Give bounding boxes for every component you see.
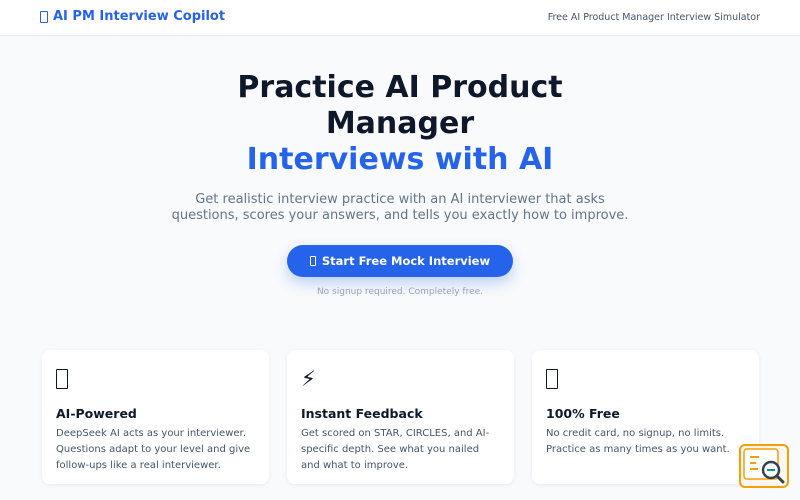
start-interview-label: Start Free Mock Interview (321, 254, 491, 268)
feature-title: AI-Powered (56, 406, 137, 421)
feature-description: DeepSeek AI acts as your interviewer. Qu… (56, 428, 251, 471)
cta-note: No signup required. Completely free. (316, 287, 484, 297)
hero-title-line-1: Practice AI Product (237, 70, 563, 105)
hero-title-accent: Interviews with AI (246, 142, 554, 177)
feature-card-ai-powered: AI-Powered DeepSeek AI acts as your inte… (42, 350, 269, 484)
feature-description: No credit card, no signup, no limits. Pr… (546, 428, 730, 455)
lightning-icon: ⚡ (301, 367, 316, 391)
feature-title: Instant Feedback (301, 406, 423, 421)
hero-section: Practice AI Product Manager Interviews w… (0, 70, 800, 297)
hero-subtitle: Get realistic interview practice with an… (171, 192, 629, 223)
start-interview-button[interactable]: Start Free Mock Interview (287, 245, 513, 277)
button-icon (309, 256, 316, 266)
box-icon (546, 366, 745, 392)
box-icon (56, 366, 255, 392)
floating-help-widget[interactable] (739, 444, 789, 488)
hero-title: Practice AI Product Manager Interviews w… (0, 70, 800, 178)
header-tagline: Free AI Product Manager Interview Simula… (547, 12, 760, 23)
search-document-icon (743, 448, 785, 484)
feature-card-free: 100% Free No credit card, no signup, no … (532, 350, 759, 484)
feature-description: Get scored on STAR, CIRCLES, and AI-spec… (301, 428, 490, 471)
brand-logo[interactable]: AI PM Interview Copilot (40, 9, 225, 24)
hero-title-line-2: Manager (325, 106, 475, 141)
feature-card-instant-feedback: ⚡ Instant Feedback Get scored on STAR, C… (287, 350, 514, 484)
site-header: AI PM Interview Copilot Free AI Product … (0, 0, 800, 36)
feature-title: 100% Free (546, 406, 620, 421)
brand-name: AI PM Interview Copilot (53, 9, 226, 24)
logo-icon (40, 10, 48, 23)
